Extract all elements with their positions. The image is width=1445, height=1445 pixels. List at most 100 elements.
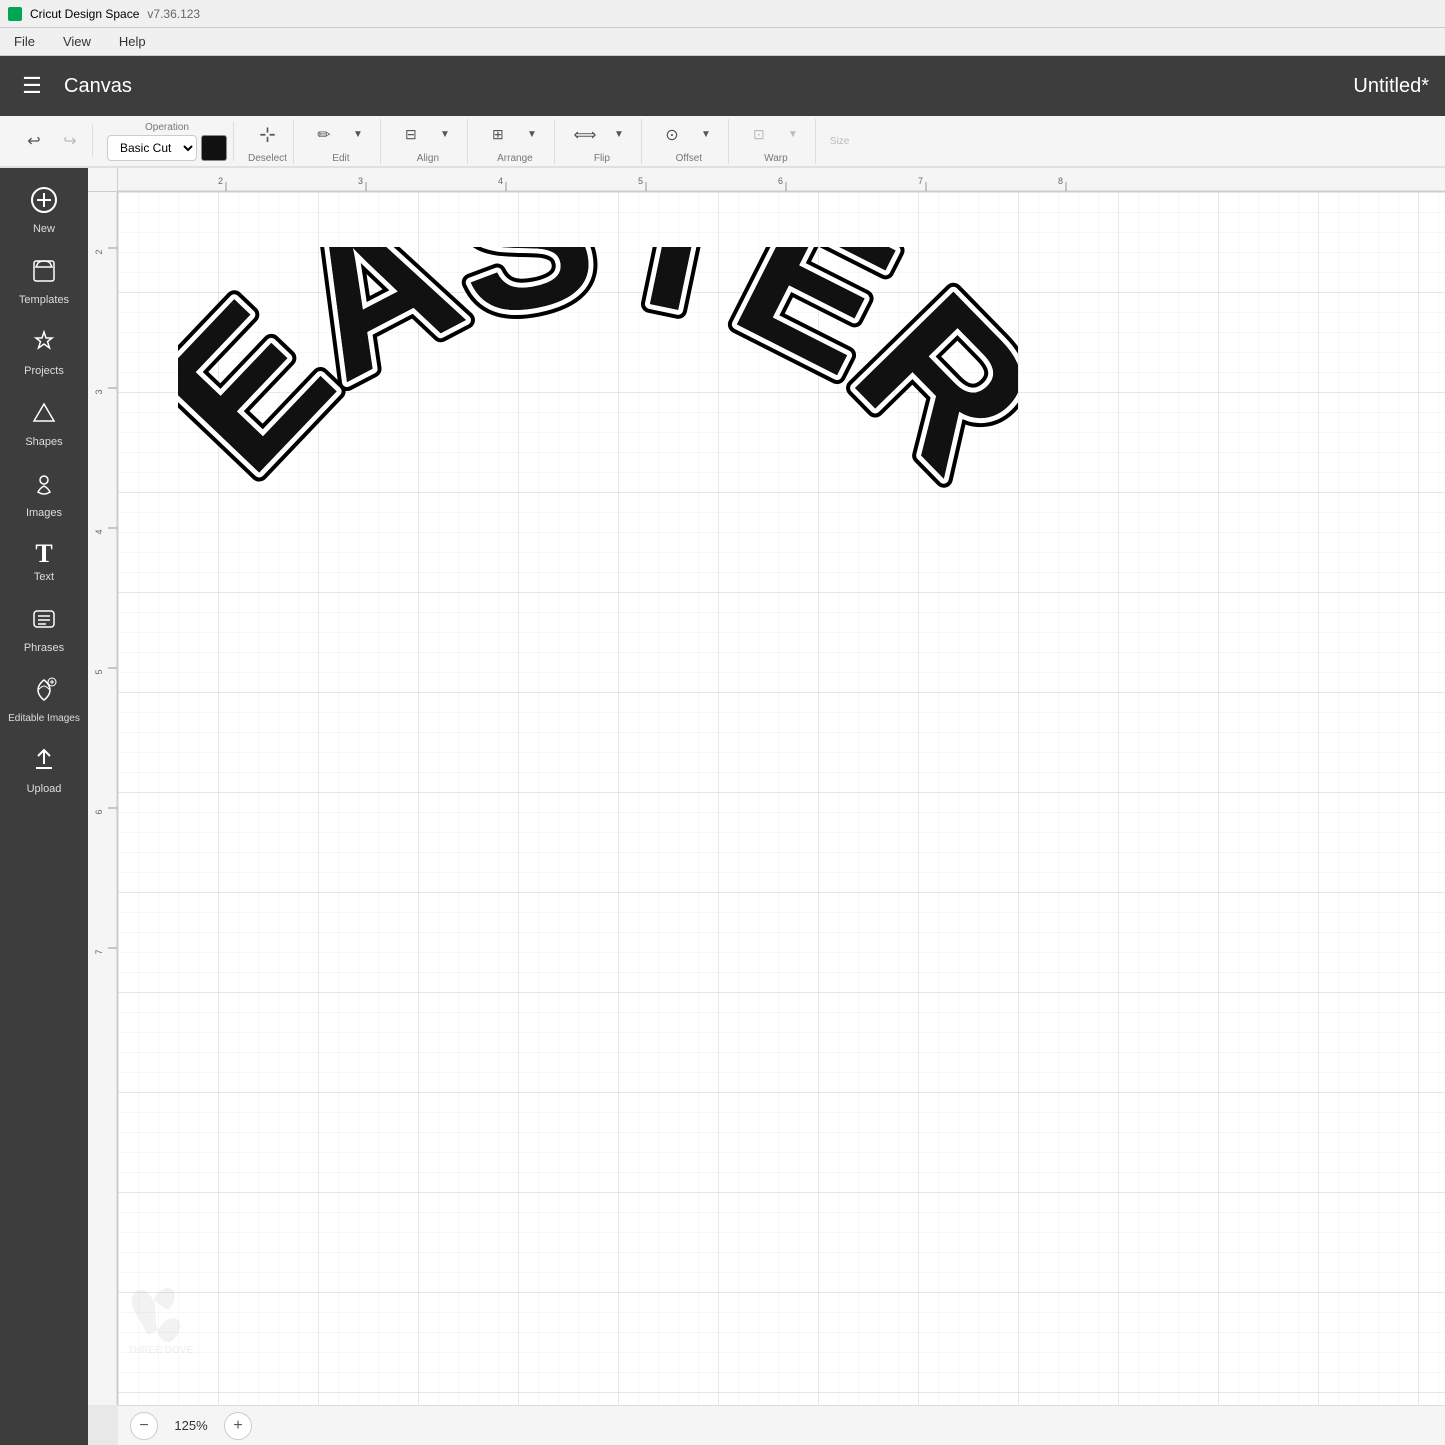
sidebar-item-projects[interactable]: Projects	[4, 318, 84, 385]
templates-icon	[30, 257, 58, 290]
svg-text:8: 8	[1058, 176, 1063, 186]
upload-icon	[30, 746, 58, 779]
sidebar-item-templates[interactable]: Templates	[4, 247, 84, 314]
app-version: v7.36.123	[147, 7, 200, 21]
svg-text:7: 7	[94, 949, 104, 954]
flip-section: ⟺ ▼ Flip	[563, 119, 642, 164]
warp-dropdown[interactable]: ▼	[777, 119, 809, 151]
edit-group: ✏ ▼ Edit	[308, 119, 374, 164]
flip-label: Flip	[594, 153, 610, 164]
content-area: New Templates Projects	[0, 168, 1445, 1445]
sidebar-item-label-text: Text	[34, 571, 54, 583]
sidebar-item-label-shapes: Shapes	[25, 436, 62, 448]
svg-text:5: 5	[94, 669, 104, 674]
offset-dropdown[interactable]: ▼	[690, 119, 722, 151]
offset-button[interactable]: ⊙	[656, 119, 688, 151]
canvas-area[interactable]: 2 3 4 5 6 7 8 2 3	[88, 168, 1445, 1445]
images-icon	[30, 470, 58, 503]
arrange-group: ⊞ ▼ Arrange	[482, 119, 548, 164]
sidebar-item-text[interactable]: T Text	[4, 531, 84, 591]
sidebar-item-editable-images[interactable]: Editable Images	[4, 666, 84, 732]
title-bar: Cricut Design Space v7.36.123	[0, 0, 1445, 28]
zoom-level: 125%	[166, 1418, 216, 1433]
app-icon	[8, 7, 22, 21]
svg-text:2: 2	[218, 176, 223, 186]
arrange-label: Arrange	[497, 153, 533, 164]
edit-icon-row: ✏ ▼	[308, 119, 374, 151]
text-icon: T	[35, 541, 52, 567]
flip-button[interactable]: ⟺	[569, 119, 601, 151]
svg-text:3: 3	[94, 389, 104, 394]
offset-section: ⊙ ▼ Offset	[650, 119, 729, 164]
arrange-section: ⊞ ▼ Arrange	[476, 119, 555, 164]
svg-text:6: 6	[778, 176, 783, 186]
redo-button[interactable]: ↪	[54, 125, 86, 157]
operation-group: Operation Basic Cut	[107, 122, 227, 161]
offset-group: ⊙ ▼ Offset	[656, 119, 722, 164]
document-title: Untitled*	[1353, 75, 1429, 98]
flip-dropdown[interactable]: ▼	[603, 119, 635, 151]
svg-text:4: 4	[94, 529, 104, 534]
svg-text:THREE DOVE: THREE DOVE	[128, 1345, 193, 1355]
deselect-button[interactable]: ⊹	[251, 119, 283, 151]
warp-group: ⊡ ▼ Warp	[743, 119, 809, 164]
sidebar-item-shapes[interactable]: Shapes	[4, 389, 84, 456]
sidebar-item-new[interactable]: New	[4, 176, 84, 243]
svg-text:5: 5	[638, 176, 643, 186]
toolbar: ↩ ↪ Operation Basic Cut ⊹ Deselect ✏ ▼	[0, 116, 1445, 168]
edit-button[interactable]: ✏	[308, 119, 340, 151]
projects-icon	[30, 328, 58, 361]
warp-icon-row: ⊡ ▼	[743, 119, 809, 151]
flip-icon-row: ⟺ ▼	[569, 119, 635, 151]
size-label: Size	[830, 136, 849, 147]
operation-select[interactable]: Basic Cut	[107, 135, 197, 161]
arrange-dropdown[interactable]: ▼	[516, 119, 548, 151]
ruler-left: 2 3 4 5 6 7	[88, 192, 118, 1405]
svg-text:EASTER: EASTER	[178, 247, 1018, 512]
zoom-minus-button[interactable]: −	[130, 1412, 158, 1440]
svg-text:2: 2	[94, 249, 104, 254]
size-group: Size	[830, 136, 849, 147]
easter-design[interactable]: EASTER EASTER EASTER	[178, 247, 1018, 617]
undo-button[interactable]: ↩	[18, 125, 50, 157]
arrange-icon-row: ⊞ ▼	[482, 119, 548, 151]
main-header: ☰ Canvas Untitled*	[0, 56, 1445, 116]
offset-label: Offset	[676, 153, 703, 164]
warp-label: Warp	[764, 153, 788, 164]
svg-text:3: 3	[358, 176, 363, 186]
ruler-corner	[88, 168, 118, 192]
deselect-section: ⊹ Deselect	[242, 119, 294, 164]
sidebar-item-phrases[interactable]: Phrases	[4, 595, 84, 662]
phrases-icon	[30, 605, 58, 638]
sidebar-item-label-new: New	[33, 223, 55, 235]
flip-group: ⟺ ▼ Flip	[569, 119, 635, 164]
shapes-icon	[30, 399, 58, 432]
sidebar-item-label-projects: Projects	[24, 365, 64, 377]
menu-help[interactable]: Help	[113, 32, 152, 51]
zoom-plus-icon: +	[233, 1417, 242, 1435]
canvas-grid[interactable]: EASTER EASTER EASTER THREE DOVE	[118, 192, 1445, 1405]
menu-file[interactable]: File	[8, 32, 41, 51]
color-swatch[interactable]	[201, 135, 227, 161]
align-label: Align	[417, 153, 439, 164]
deselect-label: Deselect	[248, 153, 287, 164]
operation-select-row: Basic Cut	[107, 135, 227, 161]
sidebar-item-label-upload: Upload	[27, 783, 62, 795]
arrange-button[interactable]: ⊞	[482, 119, 514, 151]
align-dropdown[interactable]: ▼	[429, 119, 461, 151]
align-group: ⊟ ▼ Align	[395, 119, 461, 164]
header-title: Canvas	[64, 75, 1337, 98]
sidebar-item-images[interactable]: Images	[4, 460, 84, 527]
sidebar-item-upload[interactable]: Upload	[4, 736, 84, 803]
menu-view[interactable]: View	[57, 32, 97, 51]
align-icon-row: ⊟ ▼	[395, 119, 461, 151]
align-button[interactable]: ⊟	[395, 119, 427, 151]
zoom-plus-button[interactable]: +	[224, 1412, 252, 1440]
edit-dropdown[interactable]: ▼	[342, 119, 374, 151]
app-title: Cricut Design Space	[30, 7, 139, 21]
offset-icon-row: ⊙ ▼	[656, 119, 722, 151]
hamburger-button[interactable]: ☰	[16, 70, 48, 102]
size-section: Size	[824, 136, 855, 147]
svg-text:7: 7	[918, 176, 923, 186]
warp-button[interactable]: ⊡	[743, 119, 775, 151]
